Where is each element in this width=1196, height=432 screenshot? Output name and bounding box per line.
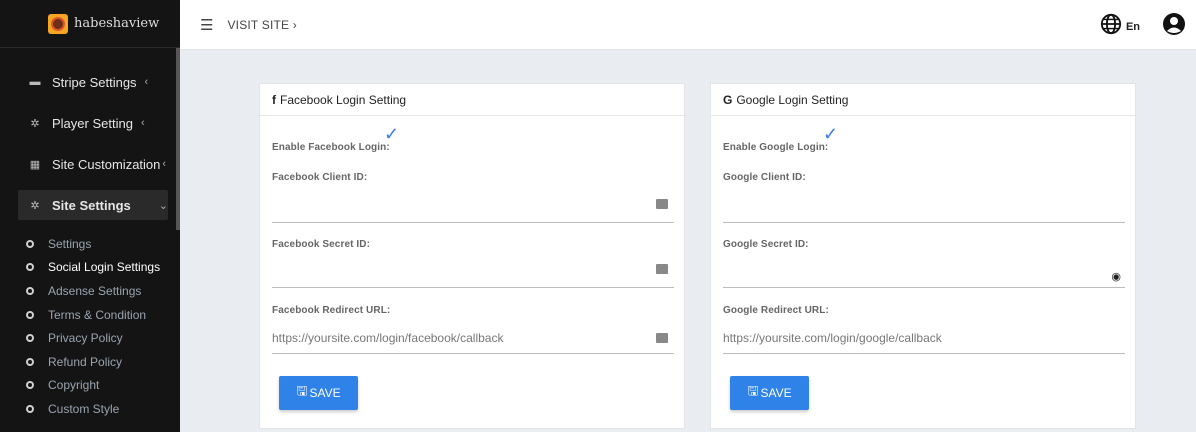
brand-logo-icon xyxy=(48,13,68,34)
facebook-icon: f xyxy=(272,92,276,107)
submenu-item-label: Social Login Settings xyxy=(48,260,161,275)
submenu-item-label: Copyright xyxy=(48,378,100,393)
facebook-secret-id-input[interactable] xyxy=(272,287,674,288)
google-secret-id-input[interactable] xyxy=(723,287,1125,288)
submenu-item-copyright[interactable]: Copyright xyxy=(0,374,176,398)
submenu-item-label: Terms & Condition xyxy=(48,307,147,322)
google-redirect-url-underline xyxy=(723,353,1125,354)
chevron-left-icon: ‹ xyxy=(144,76,149,88)
facebook-redirect-url-input[interactable]: https://yoursite.com/login/facebook/call… xyxy=(272,331,503,345)
user-avatar-icon[interactable] xyxy=(1162,12,1186,41)
circle-icon xyxy=(26,263,34,272)
submenu-item-refund-policy[interactable]: Refund Policy xyxy=(0,350,176,374)
language-selector[interactable]: En xyxy=(1126,21,1140,33)
google-icon: G xyxy=(723,92,733,107)
card-title: Google Login Setting xyxy=(736,92,849,107)
submenu-item-label: Custom Style xyxy=(48,401,120,416)
sidebar: habeshaview ▬ Stripe Settings ‹ ✲ Player… xyxy=(0,0,180,432)
circle-icon xyxy=(26,310,34,319)
card-header: G Google Login Setting xyxy=(711,84,1135,116)
topbar-actions: En xyxy=(1100,12,1186,41)
globe-icon[interactable] xyxy=(1100,13,1122,40)
keyboard-icon[interactable] xyxy=(656,199,668,209)
google-client-id-input[interactable] xyxy=(723,222,1125,223)
keyboard-icon[interactable] xyxy=(656,333,668,343)
facebook-redirect-url-label: Facebook Redirect URL: xyxy=(272,305,391,316)
sidebar-item-site-customization[interactable]: ▦ Site Customization ‹ xyxy=(18,149,168,179)
enable-facebook-checkbox[interactable]: ✓ xyxy=(384,124,399,145)
eye-icon[interactable]: ◉ xyxy=(1111,270,1121,283)
gear-icon: ✲ xyxy=(30,117,40,130)
card-header: f Facebook Login Setting xyxy=(260,84,684,116)
google-redirect-url-input[interactable]: https://yoursite.com/login/google/callba… xyxy=(723,331,942,345)
save-button-label: SAVE xyxy=(309,386,341,400)
circle-icon xyxy=(26,286,34,295)
sidebar-scrollbar[interactable] xyxy=(176,48,180,230)
sidebar-item-label: Stripe Settings xyxy=(52,74,137,90)
chevron-down-icon: ⌄ xyxy=(158,199,168,212)
chevron-left-icon: ‹ xyxy=(162,158,167,170)
enable-facebook-label: Enable Facebook Login: xyxy=(272,142,390,153)
submenu-item-label: Settings xyxy=(48,236,92,251)
submenu-item-adsense-settings[interactable]: Adsense Settings xyxy=(0,279,176,303)
site-settings-submenu: Settings Social Login Settings Adsense S… xyxy=(0,232,176,421)
facebook-save-button[interactable]: 🖫 SAVE xyxy=(279,376,358,410)
enable-google-label: Enable Google Login: xyxy=(723,142,829,153)
facebook-client-id-label: Facebook Client ID: xyxy=(272,172,368,183)
submenu-item-label: Refund Policy xyxy=(48,354,123,369)
circle-icon xyxy=(26,357,34,366)
sidebar-item-label: Player Setting xyxy=(52,115,133,131)
sidebar-item-label: Site Settings xyxy=(52,197,131,213)
facebook-secret-id-label: Facebook Secret ID: xyxy=(272,239,371,250)
circle-icon xyxy=(26,404,34,413)
facebook-redirect-url-underline xyxy=(272,353,674,354)
menu-icon[interactable]: ☰ xyxy=(200,16,213,34)
sidebar-item-stripe-settings[interactable]: ▬ Stripe Settings ‹ xyxy=(18,67,168,97)
save-icon: 🖫 xyxy=(296,383,308,398)
visit-site-link[interactable]: VISIT SITE › xyxy=(227,18,297,32)
google-save-button[interactable]: 🖫 SAVE xyxy=(730,376,809,410)
circle-icon xyxy=(26,239,34,248)
facebook-login-card: f Facebook Login Setting Enable Facebook… xyxy=(259,83,685,429)
google-secret-id-label: Google Secret ID: xyxy=(723,239,809,250)
save-button-label: SAVE xyxy=(760,386,792,400)
submenu-item-custom-style[interactable]: Custom Style xyxy=(0,397,176,421)
circle-icon xyxy=(26,334,34,343)
card-icon: ▬ xyxy=(29,76,41,88)
brand[interactable]: habeshaview xyxy=(0,0,180,48)
sidebar-item-label: Site Customization xyxy=(52,156,161,172)
brand-name: habeshaview xyxy=(74,16,160,31)
sidebar-item-player-setting[interactable]: ✲ Player Setting ‹ xyxy=(18,108,168,138)
facebook-client-id-input[interactable] xyxy=(272,222,674,223)
gear-icon: ✲ xyxy=(30,199,40,212)
topbar: ☰ VISIT SITE › En xyxy=(180,0,1196,50)
eye-keyboard-icon[interactable] xyxy=(656,264,668,274)
submenu-item-privacy-policy[interactable]: Privacy Policy xyxy=(0,326,176,350)
enable-google-checkbox[interactable]: ✓ xyxy=(823,124,838,145)
card-title: Facebook Login Setting xyxy=(280,92,407,107)
google-client-id-label: Google Client ID: xyxy=(723,172,806,183)
grid-icon: ▦ xyxy=(29,158,41,171)
submenu-item-social-login-settings[interactable]: Social Login Settings xyxy=(0,256,176,280)
submenu-item-settings[interactable]: Settings xyxy=(0,232,176,256)
circle-icon xyxy=(26,381,34,390)
save-icon: 🖫 xyxy=(747,383,759,398)
submenu-item-terms-condition[interactable]: Terms & Condition xyxy=(0,303,176,327)
chevron-left-icon: ‹ xyxy=(140,117,145,129)
sidebar-item-site-settings[interactable]: ✲ Site Settings ⌄ xyxy=(18,190,168,220)
submenu-item-label: Adsense Settings xyxy=(48,283,142,298)
google-login-card: G Google Login Setting Enable Google Log… xyxy=(710,83,1136,429)
google-redirect-url-label: Google Redirect URL: xyxy=(723,305,829,316)
submenu-item-label: Privacy Policy xyxy=(48,331,123,346)
